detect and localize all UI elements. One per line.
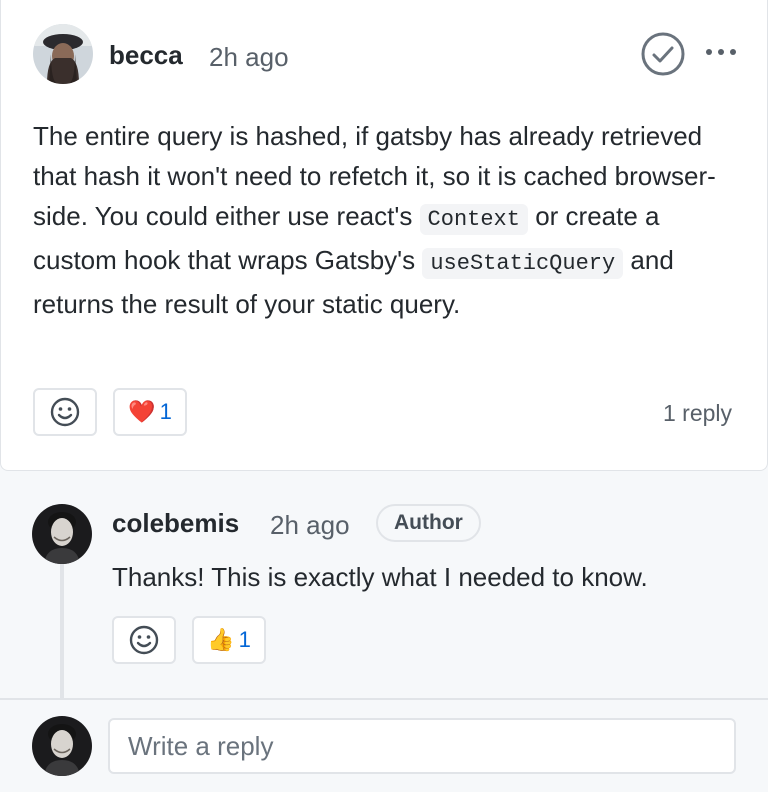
thread-line xyxy=(60,560,64,700)
author-badge: Author xyxy=(376,504,481,542)
reply-timestamp[interactable]: 2h ago xyxy=(270,510,350,541)
comment-body: The entire query is hashed, if gatsby ha… xyxy=(33,116,743,324)
comment-timestamp[interactable]: 2h ago xyxy=(209,42,289,73)
divider xyxy=(0,698,768,700)
inline-code-usestaticquery: useStaticQuery xyxy=(422,248,624,279)
check-circle-icon xyxy=(641,32,685,76)
reaction-count: 1 xyxy=(238,627,251,652)
reply-input[interactable] xyxy=(108,718,736,774)
comment-author[interactable]: becca xyxy=(109,40,183,71)
add-reaction-button[interactable] xyxy=(33,388,97,436)
kebab-horizontal-icon xyxy=(706,49,736,55)
avatar-colebemis[interactable] xyxy=(32,504,92,564)
mark-as-answer-button[interactable] xyxy=(640,31,686,77)
reply-author[interactable]: colebemis xyxy=(112,508,239,539)
reaction-count: 1 xyxy=(159,399,172,424)
avatar-image xyxy=(32,504,92,564)
smiley-icon xyxy=(50,397,80,427)
avatar-image xyxy=(32,716,92,776)
heart-emoji-icon: ❤️ xyxy=(128,399,156,424)
reply-count[interactable]: 1 reply xyxy=(663,400,732,427)
reaction-heart-button[interactable]: ❤️ 1 xyxy=(113,388,187,436)
thumbs-up-emoji-icon: 👍 xyxy=(207,627,235,652)
comment-card: becca 2h ago The entire query is hashed,… xyxy=(0,0,768,471)
avatar-becca[interactable] xyxy=(33,24,93,84)
smiley-icon xyxy=(129,625,159,655)
reaction-thumbsup-button[interactable]: 👍 1 xyxy=(192,616,266,664)
inline-code-context: Context xyxy=(419,204,528,235)
more-options-button[interactable] xyxy=(701,36,741,68)
current-user-avatar xyxy=(32,716,92,776)
reply-add-reaction-button[interactable] xyxy=(112,616,176,664)
avatar-image xyxy=(33,24,93,84)
reply-body: Thanks! This is exactly what I needed to… xyxy=(112,562,648,592)
